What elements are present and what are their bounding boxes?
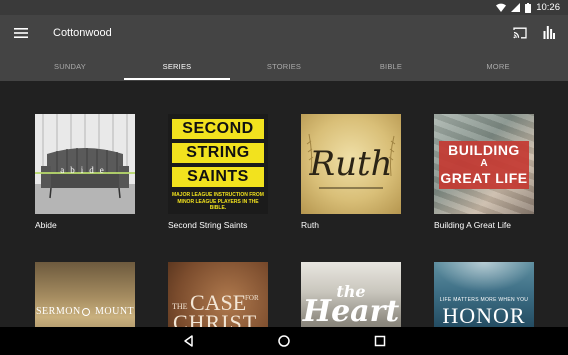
app-title: Cottonwood — [53, 27, 112, 39]
series-art-line3: SAINTS — [187, 168, 249, 185]
series-art-line3: GREAT LIFE — [440, 170, 528, 186]
series-art-line2: A — [480, 158, 488, 169]
series-card-abide[interactable]: abide Abide — [35, 114, 135, 231]
series-art: SERMON MOUNT — [35, 262, 135, 327]
series-title: Abide — [35, 220, 57, 230]
cast-icon[interactable] — [513, 27, 527, 39]
series-art-line1: HONOR — [442, 303, 526, 327]
series-title: Ruth — [301, 220, 319, 230]
series-art: abide — [35, 114, 135, 214]
series-art: LIFE MATTERS MORE WHEN YOU HONOR — [434, 262, 534, 327]
series-card-honor[interactable]: LIFE MATTERS MORE WHEN YOU HONOR — [434, 262, 534, 327]
system-nav-bar — [0, 327, 568, 355]
series-art-line4: CHRIST — [173, 310, 258, 327]
series-card-second-string-saints[interactable]: SECOND STRING SAINTS MAJOR LEAGUE INSTRU… — [168, 114, 268, 231]
tab-bar: SUNDAY SERIES STORIES BIBLE MORE — [0, 53, 568, 81]
series-art-text: Ruth — [309, 144, 393, 184]
app-bar: Cottonwood — [0, 15, 568, 53]
tab-bible[interactable]: BIBLE — [338, 53, 444, 81]
series-art-subtitle: MINOR LEAGUE PLAYERS IN THE BIBLE. — [177, 199, 259, 211]
series-art-line2: Heart — [302, 294, 400, 327]
series-card-case-for-christ[interactable]: THE CASE FOR CHRIST — [168, 262, 268, 327]
wifi-icon — [496, 3, 507, 12]
series-art: the Heart — [301, 262, 401, 327]
series-art: THE CASE FOR CHRIST — [168, 262, 268, 327]
series-grid: abide Abide SECOND STRING SAINTS MAJOR L… — [0, 81, 568, 327]
series-card-the-heart[interactable]: the Heart — [301, 262, 401, 327]
signal-icon — [511, 3, 521, 12]
series-art: Ruth — [301, 114, 401, 214]
battery-icon — [525, 2, 532, 13]
recents-icon[interactable] — [372, 333, 388, 349]
series-art-line3: FOR — [245, 294, 259, 302]
series-art-line2: STRING — [186, 144, 250, 161]
status-bar: 10:26 — [0, 0, 568, 15]
home-icon[interactable] — [276, 333, 292, 349]
tab-sunday[interactable]: SUNDAY — [17, 53, 123, 81]
series-art: SECOND STRING SAINTS MAJOR LEAGUE INSTRU… — [168, 114, 268, 214]
series-art-text: abide — [60, 165, 110, 175]
series-title: Building A Great Life — [434, 220, 512, 230]
series-title: Second String Saints — [168, 220, 248, 230]
back-icon[interactable] — [181, 333, 197, 349]
series-art-subtitle: MAJOR LEAGUE INSTRUCTION FROM — [172, 192, 264, 198]
series-art-line1: BUILDING — [448, 142, 520, 158]
series-art: BUILDING A GREAT LIFE — [434, 114, 534, 214]
series-card-sermon-on-the-mount[interactable]: SERMON MOUNT — [35, 262, 135, 327]
tab-more[interactable]: MORE — [445, 53, 551, 81]
series-art-line2: MOUNT — [95, 306, 135, 317]
tab-stories[interactable]: STORIES — [231, 53, 337, 81]
series-art-line1: SERMON — [36, 306, 81, 317]
series-card-building-a-great-life[interactable]: BUILDING A GREAT LIFE Building A Great L… — [434, 114, 534, 231]
tab-indicator — [124, 78, 230, 80]
series-card-ruth[interactable]: Ruth Ruth — [301, 114, 401, 231]
status-time: 10:26 — [536, 2, 560, 13]
sofa-image — [35, 114, 135, 214]
menu-icon[interactable] — [14, 27, 28, 39]
audio-bars-icon[interactable] — [543, 26, 555, 39]
tab-series[interactable]: SERIES — [124, 53, 230, 81]
series-art-line1: SECOND — [182, 120, 254, 137]
